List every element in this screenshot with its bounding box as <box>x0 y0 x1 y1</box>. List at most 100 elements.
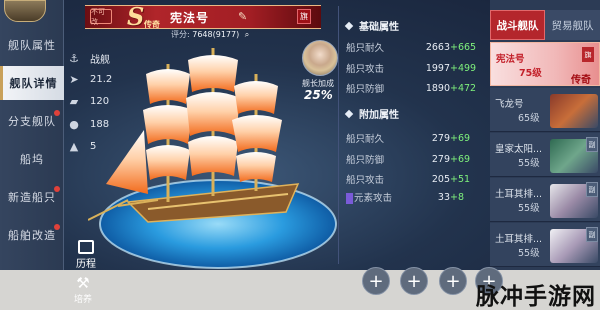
nav-item-label: 新造船只 <box>8 191 56 204</box>
watermark-text: 脉冲手游网 <box>476 284 596 310</box>
nav-item-dock[interactable]: 船坞 <box>0 142 64 176</box>
sub-tag: 副 <box>586 182 598 197</box>
rating-label: 评分: <box>171 30 190 39</box>
grade-badge: S <box>127 2 145 31</box>
card-name: 宪法号 <box>496 54 525 65</box>
train-label: 培养 <box>73 295 92 305</box>
attr-name-text: 元素攻击 <box>354 193 393 204</box>
attr-row: 船只耐久 2663 +665 <box>346 38 486 56</box>
game-scene: 舰队属性 舰队详情 分支舰队 船坞 新造船只 船舶改造 ⚓ 战舰 ➤ 21.2 … <box>0 0 600 270</box>
fleet-card[interactable]: 飞龙号 65级 <box>490 88 600 132</box>
element-icon <box>346 193 353 204</box>
attr-name: 船只耐久 <box>346 43 385 54</box>
attr-name: 元素攻击 <box>346 190 416 204</box>
cannon-icon: ▰ <box>69 94 79 108</box>
notification-dot <box>54 224 60 230</box>
card-name: 土耳其排... <box>495 234 543 245</box>
attr-base: 1890 <box>425 82 450 94</box>
tab-trade-fleet[interactable]: 贸易舰队 <box>545 10 600 40</box>
rating-line: 评分: 7648(9177) ⌕ <box>171 29 249 40</box>
nav-item-label: 舰队详情 <box>9 77 58 90</box>
cargo-icon: ▲ <box>69 139 79 153</box>
attr-row: 船只耐久 279 +69 <box>346 129 486 147</box>
attr-row: 船只攻击 205 +51 <box>346 170 486 188</box>
nav-item-build-ship[interactable]: 新造船只 <box>0 180 64 214</box>
history-icon <box>78 240 94 254</box>
attr-base: 279 <box>431 132 450 144</box>
nav-item-branch-fleet[interactable]: 分支舰队 <box>0 104 64 138</box>
history-button[interactable]: 历程 <box>72 240 100 270</box>
nav-item-fleet-details[interactable]: 舰队详情 <box>0 66 64 100</box>
fleet-card[interactable]: 土耳其排... 55级 副 <box>490 223 600 267</box>
attr-base: 279 <box>431 153 450 165</box>
attr-name: 船只攻击 <box>346 64 385 75</box>
attr-bonus: +8 <box>450 191 465 203</box>
diamond-icon <box>344 21 354 30</box>
hammer-icon: ⚒ <box>76 274 90 292</box>
section-title: 基础属性 <box>359 22 399 33</box>
rename-pen-icon[interactable]: ✎ <box>238 10 247 23</box>
card-level: 75级 <box>519 68 542 79</box>
diamond-icon <box>344 109 354 118</box>
attr-name: 船只防御 <box>346 84 385 95</box>
captain-avatar[interactable] <box>302 40 338 76</box>
nav-item-label: 分支舰队 <box>8 115 56 128</box>
add-slot-button[interactable]: + <box>439 267 467 295</box>
warship-icon: ⚓ <box>69 51 79 65</box>
rating-value: 7648(9177) <box>192 30 240 39</box>
attr-bonus: +69 <box>450 132 471 144</box>
attributes-panel: 基础属性 船只耐久 2663 +665 船只攻击 1997 +499 船只防御 … <box>338 0 490 270</box>
card-name: 皇家太阳... <box>495 144 543 155</box>
nav-item-label: 船坞 <box>20 153 44 166</box>
attr-name: 船只防御 <box>346 155 385 166</box>
fleet-panel: 战斗舰队 贸易舰队 宪法号 75级 旗 传奇 飞龙号 65级 皇家太阳... 5… <box>490 0 600 270</box>
card-level: 55级 <box>518 248 540 259</box>
ship-illustration[interactable] <box>88 34 338 270</box>
attr-name: 船只攻击 <box>346 175 385 186</box>
add-slot-button[interactable]: + <box>400 267 428 295</box>
attr-row: 船只攻击 1997 +499 <box>346 59 486 77</box>
attr-bonus: +499 <box>450 62 477 74</box>
attr-base: 1997 <box>425 62 450 74</box>
attr-row: 船只防御 279 +69 <box>346 150 486 168</box>
attr-base: 2663 <box>425 41 450 53</box>
attr-bonus: +472 <box>450 82 477 94</box>
fleet-card[interactable]: 皇家太阳... 55级 副 <box>490 133 600 177</box>
base-attributes-header: 基础属性 <box>344 18 399 33</box>
nav-item-ship-refit[interactable]: 船舶改造 <box>0 218 64 252</box>
nav-item-fleet-attributes[interactable]: 舰队属性 <box>0 28 64 62</box>
attr-base: 205 <box>431 173 450 185</box>
card-level: 65级 <box>518 113 540 124</box>
notification-dot <box>54 110 60 116</box>
add-slot-button[interactable]: + <box>362 267 390 295</box>
attr-bonus: +51 <box>450 173 471 185</box>
train-button[interactable]: ⚒ 培养 <box>66 274 100 308</box>
card-level: 55级 <box>518 203 540 214</box>
back-emblem-button[interactable] <box>4 0 46 22</box>
attr-bonus: +665 <box>450 41 477 53</box>
card-name: 土耳其排... <box>495 189 543 200</box>
attr-bonus: +69 <box>450 153 471 165</box>
tab-battle-fleet[interactable]: 战斗舰队 <box>490 10 545 40</box>
extra-attributes-header: 附加属性 <box>344 106 399 121</box>
flagship-stamp: 旗 <box>297 9 311 24</box>
attr-name: 船只耐久 <box>346 134 385 145</box>
lock-stamp: 不可改 <box>90 8 112 26</box>
sub-tag: 副 <box>586 137 598 152</box>
attr-base: 33 <box>437 191 450 203</box>
history-label: 历程 <box>76 259 96 270</box>
card-level: 55级 <box>518 158 540 169</box>
sub-tag: 副 <box>586 227 598 242</box>
speed-icon: ➤ <box>69 72 79 86</box>
fleet-card-selected[interactable]: 宪法号 75级 旗 传奇 <box>490 42 600 86</box>
attr-row: 元素攻击 33 +8 <box>346 188 486 206</box>
search-icon[interactable]: ⌕ <box>245 30 249 39</box>
nav-item-label: 舰队属性 <box>8 39 56 52</box>
fleet-card[interactable]: 土耳其排... 55级 副 <box>490 178 600 222</box>
grade-label: 传奇 <box>144 20 160 29</box>
legend-label: 传奇 <box>571 75 591 86</box>
ship-thumbnail <box>550 94 598 128</box>
flagship-tag: 旗 <box>582 47 594 62</box>
captain-bonus-value: 25% <box>304 88 333 102</box>
section-title: 附加属性 <box>359 110 399 121</box>
